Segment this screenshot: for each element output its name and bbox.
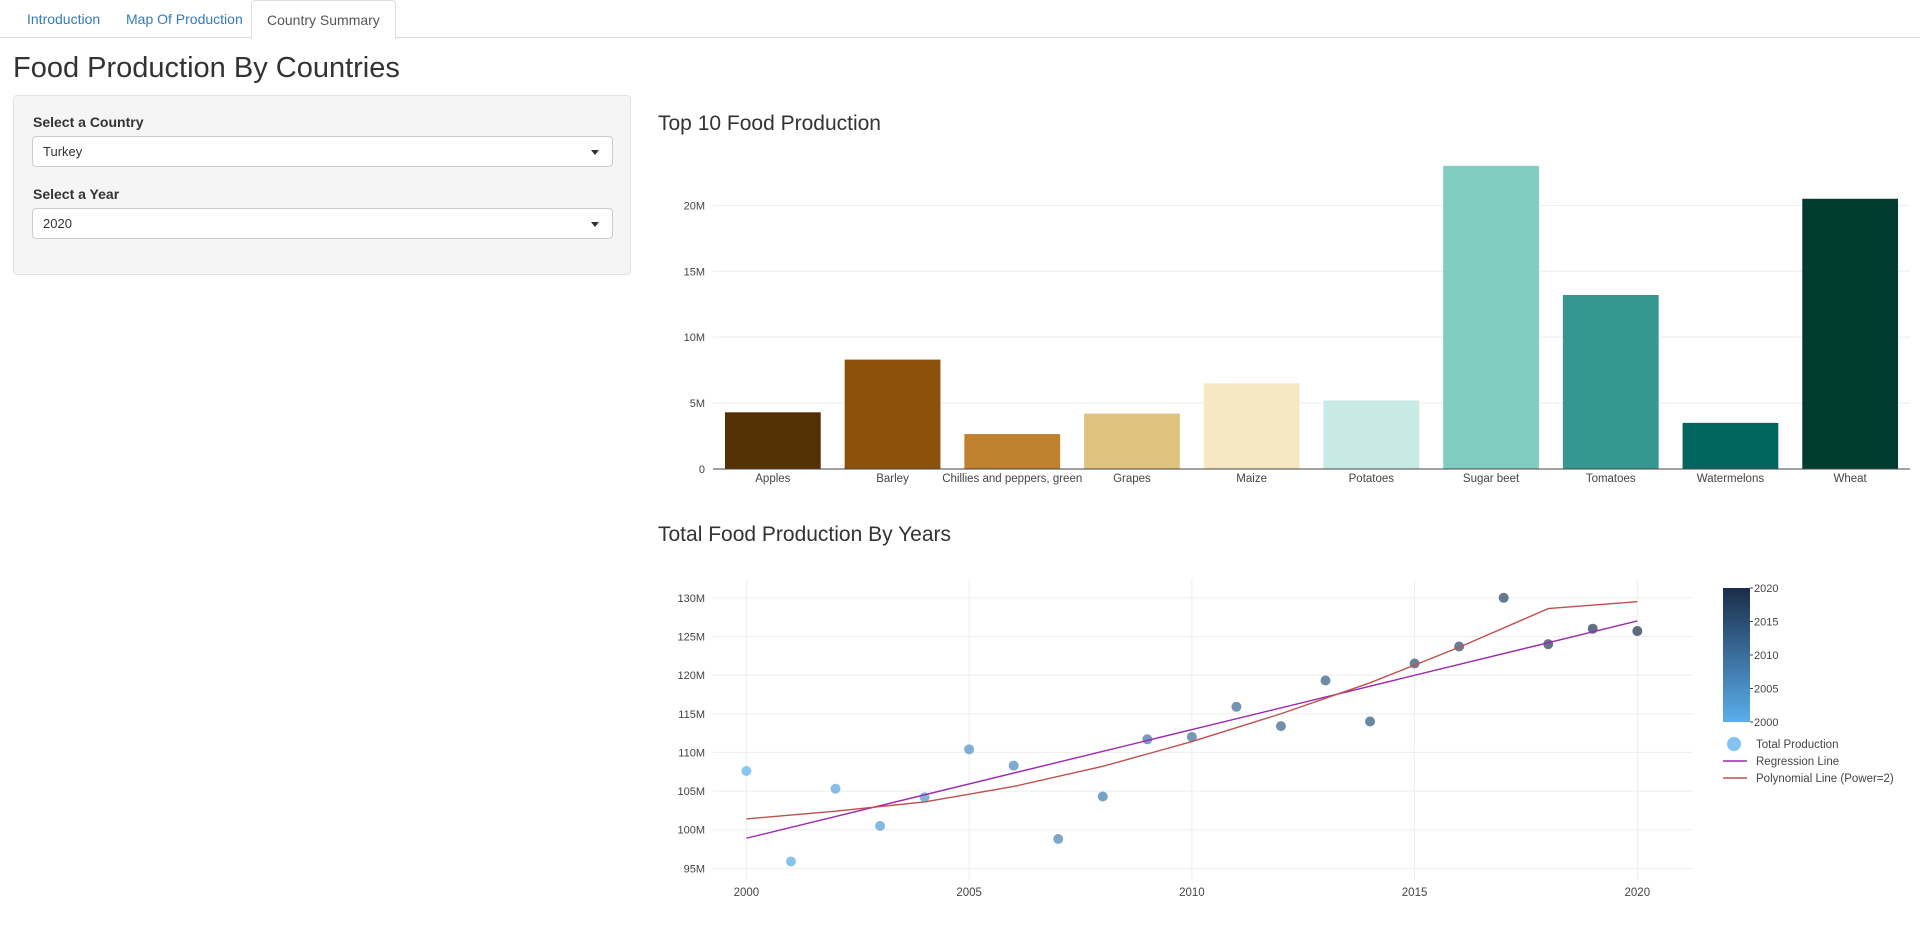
sidebar-panel: Select a Country Turkey Select a Year 20… [13, 95, 631, 275]
colorbar-tick-label: 2010 [1754, 650, 1778, 662]
data-point [1320, 675, 1331, 686]
y-tick-label: 5M [690, 398, 705, 410]
y-tick-label: 130M [677, 593, 705, 605]
bar-chart-title: Top 10 Food Production [658, 112, 881, 135]
y-tick-label: 125M [677, 631, 705, 643]
x-tick-label: Chillies and peppers, green [942, 473, 1082, 485]
legend-label: Regression Line [1756, 756, 1839, 768]
chevron-down-icon [591, 150, 599, 155]
tab-country-summary[interactable]: Country Summary [251, 0, 396, 39]
y-tick-label: 10M [684, 332, 705, 344]
year-select-label: Select a Year [33, 186, 120, 202]
legend-marker [1727, 737, 1741, 751]
bar [1682, 422, 1779, 469]
scatter-chart-title: Total Food Production By Years [658, 523, 952, 546]
bar [1084, 413, 1180, 469]
data-point [875, 820, 886, 831]
scatter-chart: 2000 2005 2010 2015 2020 95M 100M 105M 110M 115M 1… [677, 580, 1894, 899]
y-tick-label: 105M [677, 786, 705, 798]
data-point [1632, 626, 1643, 637]
bar [1203, 383, 1300, 469]
bar-chart: 0 5M 10M 15M 20M Apples Barley Chillies and pep… [684, 165, 1910, 485]
x-tick-label: Watermelons [1697, 473, 1765, 485]
colorbar-tick-label: 2005 [1754, 684, 1778, 696]
data-point [830, 783, 841, 794]
data-point [964, 744, 975, 755]
country-select[interactable]: Turkey [32, 136, 613, 167]
x-tick-label: 2015 [1402, 887, 1428, 899]
colorbar-tick-label: 2020 [1754, 583, 1778, 595]
data-point [1053, 834, 1064, 845]
colorbar-tick-label: 2000 [1754, 717, 1778, 729]
tab-introduction[interactable]: Introduction [12, 0, 115, 38]
legend-label: Polynomial Line (Power=2) [1756, 773, 1894, 785]
legend-label: Total Production [1756, 739, 1838, 751]
x-tick-label: 2020 [1625, 887, 1651, 899]
colorbar [1723, 588, 1750, 722]
country-select-value: Turkey [43, 144, 83, 159]
data-point [1498, 592, 1509, 603]
y-tick-label: 100M [677, 825, 705, 837]
y-tick-label: 120M [677, 670, 705, 682]
country-select-label: Select a Country [33, 114, 144, 130]
tab-bar: Introduction Map Of Production Country S… [0, 0, 1920, 39]
tab-map-of-production[interactable]: Map Of Production [111, 0, 258, 38]
bar [1323, 400, 1420, 469]
bar [844, 359, 941, 469]
x-tick-label: Wheat [1834, 473, 1868, 485]
year-select-value: 2020 [43, 216, 72, 231]
y-tick-label: 15M [684, 266, 705, 278]
y-tick-label: 95M [684, 863, 705, 875]
x-tick-label: 2010 [1179, 887, 1205, 899]
chevron-down-icon [591, 222, 599, 227]
x-tick-label: Barley [876, 473, 909, 485]
colorbar-tick-label: 2015 [1754, 617, 1778, 629]
data-point [1275, 721, 1286, 732]
x-tick-label: Tomatoes [1586, 473, 1636, 485]
bar [1443, 165, 1539, 469]
year-select[interactable]: 2020 [32, 208, 613, 239]
data-point [1231, 701, 1242, 712]
x-tick-label: Potatoes [1349, 473, 1395, 485]
x-tick-label: 2000 [734, 887, 760, 899]
data-point [741, 765, 752, 776]
data-point [1008, 760, 1019, 771]
page-title: Food Production By Countries [13, 52, 400, 84]
bar [1802, 198, 1899, 469]
data-point [785, 856, 796, 867]
y-tick-label: 20M [684, 200, 705, 212]
y-tick-label: 115M [678, 709, 705, 721]
data-point [1365, 716, 1376, 727]
bar [1562, 295, 1659, 469]
y-tick-label: 0 [699, 464, 705, 476]
x-tick-label: Sugar beet [1463, 473, 1520, 485]
x-tick-label: Grapes [1113, 473, 1151, 485]
y-tick-label: 110M [678, 747, 705, 759]
bar [964, 434, 1061, 469]
x-tick-label: Maize [1236, 473, 1267, 485]
x-tick-label: Apples [755, 473, 790, 485]
data-point [1097, 791, 1108, 802]
x-tick-label: 2005 [956, 887, 982, 899]
bar [724, 412, 821, 469]
